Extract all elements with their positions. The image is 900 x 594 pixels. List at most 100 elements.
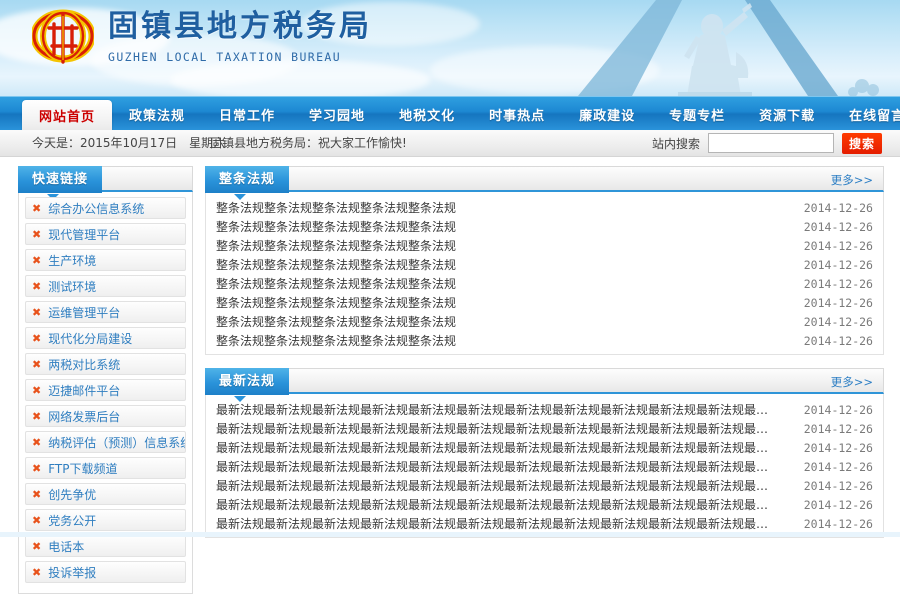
page-bottom-strip bbox=[0, 532, 900, 537]
sidebar-link-0[interactable]: ✖综合办公信息系统 bbox=[25, 197, 186, 219]
cross-bullet-icon: ✖ bbox=[32, 255, 41, 266]
sidebar-link-7[interactable]: ✖迈捷邮件平台 bbox=[25, 379, 186, 401]
sidebar-link-10[interactable]: ✖ FTP下载频道 bbox=[25, 457, 186, 479]
site-slogan-text: 固镇县地方税务局：祝大家工作愉快! bbox=[210, 130, 407, 156]
cross-bullet-icon: ✖ bbox=[32, 411, 41, 422]
page-subtitle: GUZHEN LOCAL TAXATION BUREAU bbox=[108, 50, 372, 64]
list-item-title: 整条法规整条法规整条法规整条法规整条法规 bbox=[216, 237, 456, 254]
list-item[interactable]: 整条法规整条法规整条法规整条法规整条法规2014-12-26 bbox=[216, 312, 873, 331]
list-item-title: 最新法规最新法规最新法规最新法规最新法规最新法规最新法规最新法规最新法规最新法规… bbox=[216, 515, 776, 532]
content-area: 整条法规更多>>整条法规整条法规整条法规整条法规整条法规2014-12-26整条… bbox=[205, 166, 884, 594]
sidebar-link-label: 运维管理平台 bbox=[48, 304, 120, 321]
site-banner: 固镇县地方税务局 GUZHEN LOCAL TAXATION BUREAU bbox=[0, 0, 900, 96]
list-item[interactable]: 整条法规整条法规整条法规整条法规整条法规2014-12-26 bbox=[216, 293, 873, 312]
list-item[interactable]: 整条法规整条法规整条法规整条法规整条法规2014-12-26 bbox=[216, 274, 873, 293]
list-item[interactable]: 最新法规最新法规最新法规最新法规最新法规最新法规最新法规最新法规最新法规最新法规… bbox=[216, 476, 873, 495]
sidebar-link-3[interactable]: ✖ 测试环境 bbox=[25, 275, 186, 297]
list-item-title: 最新法规最新法规最新法规最新法规最新法规最新法规最新法规最新法规最新法规最新法规… bbox=[216, 439, 776, 456]
sidebar-link-label: 测试环境 bbox=[48, 278, 96, 295]
search-button[interactable]: 搜索 bbox=[842, 133, 882, 154]
list-item-date: 2014-12-26 bbox=[804, 441, 873, 455]
panel-header-1: 最新法规 更多>> bbox=[205, 368, 884, 394]
nav-item-0[interactable]: 网站首页 bbox=[22, 100, 112, 131]
cross-bullet-icon: ✖ bbox=[32, 229, 41, 240]
nav-item-8[interactable]: 资源下载 bbox=[742, 97, 832, 131]
sidebar-link-8[interactable]: ✖网络发票后台 bbox=[25, 405, 186, 427]
list-item[interactable]: 最新法规最新法规最新法规最新法规最新法规最新法规最新法规最新法规最新法规最新法规… bbox=[216, 438, 873, 457]
list-item[interactable]: 最新法规最新法规最新法规最新法规最新法规最新法规最新法规最新法规最新法规最新法规… bbox=[216, 457, 873, 476]
nav-item-2[interactable]: 日常工作 bbox=[202, 97, 292, 131]
list-item-title: 整条法规整条法规整条法规整条法规整条法规 bbox=[216, 294, 456, 311]
list-item[interactable]: 整条法规整条法规整条法规整条法规整条法规2014-12-26 bbox=[216, 236, 873, 255]
list-item-date: 2014-12-26 bbox=[804, 277, 873, 291]
nav-item-6[interactable]: 廉政建设 bbox=[562, 97, 652, 131]
list-item-title: 整条法规整条法规整条法规整条法规整条法规 bbox=[216, 256, 456, 273]
sidebar-link-1[interactable]: ✖ 现代管理平台 bbox=[25, 223, 186, 245]
cross-bullet-icon: ✖ bbox=[32, 307, 41, 318]
monument-statue-image bbox=[570, 0, 900, 96]
sidebar-link-label: 生产环境 bbox=[48, 252, 96, 269]
current-date-text: 今天是：2015年10月17日 星期六 bbox=[32, 130, 225, 156]
sidebar-link-14[interactable]: ✖投诉举报 bbox=[25, 561, 186, 583]
cross-bullet-icon: ✖ bbox=[32, 281, 41, 292]
sidebar-header: 快速链接 bbox=[18, 166, 193, 192]
sidebar-link-9[interactable]: ✖纳税评估（预测）信息系统 bbox=[25, 431, 186, 453]
nav-item-7[interactable]: 专题专栏 bbox=[652, 97, 742, 131]
list-item-title: 整条法规整条法规整条法规整条法规整条法规 bbox=[216, 332, 456, 349]
list-item-title: 最新法规最新法规最新法规最新法规最新法规最新法规最新法规最新法规最新法规最新法规… bbox=[216, 420, 776, 437]
nav-item-4[interactable]: 地税文化 bbox=[382, 97, 472, 131]
page-body: 快速链接 ✖综合办公信息系统 ✖ 现代管理平台 ✖ 生产环境 ✖ 测试环境 ✖ 运维管理平台 ✖现… bbox=[0, 157, 900, 594]
sidebar-link-label: 现代管理平台 bbox=[48, 226, 120, 243]
sidebar-link-5[interactable]: ✖现代化分局建设 bbox=[25, 327, 186, 349]
cloud-decoration bbox=[170, 60, 430, 96]
panel-header-0: 整条法规更多>> bbox=[205, 166, 884, 192]
list-item-date: 2014-12-26 bbox=[804, 498, 873, 512]
sidebar-link-label: FTP下载频道 bbox=[48, 460, 117, 477]
cross-bullet-icon: ✖ bbox=[32, 333, 41, 344]
search-label: 站内搜索 bbox=[652, 135, 700, 152]
sidebar-link-2[interactable]: ✖ 生产环境 bbox=[25, 249, 186, 271]
sidebar-link-11[interactable]: ✖ 创先争优 bbox=[25, 483, 186, 505]
panel-list-0: 整条法规整条法规整条法规整条法规整条法规 2014-12-26 整条法规整条法规整条… bbox=[205, 192, 884, 355]
list-item[interactable]: 最新法规最新法规最新法规最新法规最新法规最新法规最新法规最新法规最新法规最新法规… bbox=[216, 495, 873, 514]
cross-bullet-icon: ✖ bbox=[32, 489, 41, 500]
list-item-title: 最新法规最新法规最新法规最新法规最新法规最新法规最新法规最新法规最新法规最新法规… bbox=[216, 401, 776, 418]
sidebar-link-label: 党务公开 bbox=[48, 512, 96, 529]
site-search: 站内搜索 搜索 bbox=[652, 130, 882, 156]
list-item-date: 2014-12-26 bbox=[804, 403, 873, 417]
list-item[interactable]: 最新法规最新法规最新法规最新法规最新法规最新法规最新法规最新法规最新法规最新法规… bbox=[216, 400, 873, 419]
list-item[interactable]: 最新法规最新法规最新法规最新法规最新法规最新法规最新法规最新法规最新法规最新法规… bbox=[216, 514, 873, 533]
sidebar-link-13[interactable]: ✖电话本 bbox=[25, 535, 186, 557]
list-item-date: 2014-12-26 bbox=[804, 201, 873, 215]
list-item-title: 最新法规最新法规最新法规最新法规最新法规最新法规最新法规最新法规最新法规最新法规… bbox=[216, 458, 776, 475]
nav-item-1[interactable]: 政策法规 bbox=[112, 97, 202, 131]
sidebar-link-label: 创先争优 bbox=[48, 486, 96, 503]
main-navigation: 网站首页政策法规日常工作学习园地地税文化时事热点廉政建设专题专栏资源下载在线留言… bbox=[0, 96, 900, 130]
sidebar-link-12[interactable]: ✖ 党务公开 bbox=[25, 509, 186, 531]
list-item[interactable]: 整条法规整条法规整条法规整条法规整条法规 2014-12-26 bbox=[216, 255, 873, 274]
list-item-date: 2014-12-26 bbox=[804, 258, 873, 272]
cross-bullet-icon: ✖ bbox=[32, 515, 41, 526]
more-link-0[interactable]: 更多>> bbox=[831, 167, 873, 193]
nav-item-5[interactable]: 时事热点 bbox=[472, 97, 562, 131]
nav-item-3[interactable]: 学习园地 bbox=[292, 97, 382, 131]
list-item-date: 2014-12-26 bbox=[804, 422, 873, 436]
nav-item-9[interactable]: 在线留言 bbox=[832, 97, 900, 131]
list-item[interactable]: 最新法规最新法规最新法规最新法规最新法规最新法规最新法规最新法规最新法规最新法规… bbox=[216, 419, 873, 438]
cross-bullet-icon: ✖ bbox=[32, 437, 41, 448]
list-item-date: 2014-12-26 bbox=[804, 220, 873, 234]
cross-bullet-icon: ✖ bbox=[32, 463, 41, 474]
list-item[interactable]: 整条法规整条法规整条法规整条法规整条法规2014-12-26 bbox=[216, 217, 873, 236]
list-item[interactable]: 整条法规整条法规整条法规整条法规整条法规2014-12-26 bbox=[216, 198, 873, 217]
panel-title-1: 最新法规 bbox=[205, 368, 289, 395]
cross-bullet-icon: ✖ bbox=[32, 359, 41, 370]
panel-list-1: 最新法规最新法规最新法规最新法规最新法规最新法规最新法规最新法规最新法规最新法规… bbox=[205, 394, 884, 538]
sidebar-link-4[interactable]: ✖ 运维管理平台 bbox=[25, 301, 186, 323]
site-title-block: 固镇县地方税务局 GUZHEN LOCAL TAXATION BUREAU bbox=[108, 8, 372, 64]
list-item-title: 最新法规最新法规最新法规最新法规最新法规最新法规最新法规最新法规最新法规最新法规… bbox=[216, 477, 776, 494]
search-input[interactable] bbox=[708, 133, 834, 153]
sidebar-link-label: 两税对比系统 bbox=[48, 356, 120, 373]
more-link-1[interactable]: 更多>> bbox=[831, 369, 873, 395]
sidebar-link-6[interactable]: ✖ 两税对比系统 bbox=[25, 353, 186, 375]
list-item[interactable]: 整条法规整条法规整条法规整条法规整条法规2014-12-26 bbox=[216, 331, 873, 350]
